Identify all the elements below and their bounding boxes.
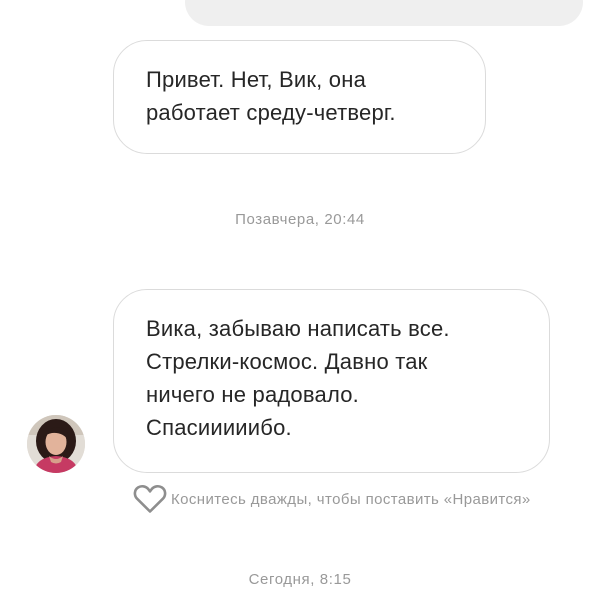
- avatar[interactable]: [27, 415, 85, 473]
- message-line: ничего не радовало.: [146, 382, 359, 407]
- timestamp: Сегодня, 8:15: [248, 571, 352, 588]
- avatar-photo: [27, 415, 85, 473]
- heart-outline-icon[interactable]: [133, 484, 167, 514]
- message-line: Спасииииибо.: [146, 415, 292, 440]
- message-bubble-sent[interactable]: Привет. Нет, Вик, она работает среду-чет…: [113, 40, 486, 154]
- message-line: работает среду-четверг.: [146, 100, 396, 125]
- message-line: Привет. Нет, Вик, она: [146, 67, 367, 92]
- previous-message-bubble[interactable]: [185, 0, 583, 26]
- message-line: Вика, забываю написать все.: [146, 316, 450, 341]
- like-hint: Коснитесь дважды, чтобы поставить «Нрави…: [133, 484, 531, 514]
- chat-thread: Привет. Нет, Вик, она работает среду-чет…: [0, 0, 600, 600]
- like-hint-text: Коснитесь дважды, чтобы поставить «Нрави…: [171, 490, 531, 508]
- message-bubble-received[interactable]: Вика, забываю написать все. Стрелки-косм…: [113, 289, 550, 473]
- timestamp: Позавчера, 20:44: [235, 211, 365, 228]
- message-line: Стрелки-космос. Давно так: [146, 349, 428, 374]
